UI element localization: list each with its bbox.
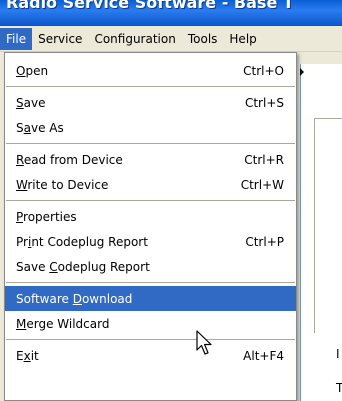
menu-item-label: Open <box>16 63 49 78</box>
menu-separator <box>6 282 295 283</box>
background-text-fragment: I <box>336 347 340 361</box>
title-bar: Radio Service Software - Base T <box>0 0 342 26</box>
menu-item-label: Print Codeplug Report <box>16 234 148 249</box>
menu-separator <box>6 200 295 201</box>
submenu-arrow-icon <box>300 68 304 76</box>
shortcut-label: Ctrl+W <box>240 177 284 192</box>
menu-item-label: Read from Device <box>16 152 123 167</box>
menu-item-label: Write to Device <box>16 177 109 192</box>
shortcut-label: Ctrl+S <box>244 95 284 110</box>
menu-item-label: Software Download <box>16 291 133 306</box>
shortcut-label: Ctrl+P <box>245 234 284 249</box>
background-text-fragment: T <box>336 381 342 395</box>
menu-item-label: Save As <box>16 120 64 135</box>
menu-separator <box>6 339 295 340</box>
shortcut-label: Ctrl+R <box>244 152 284 167</box>
menu-item-read-from-device[interactable]: Read from Device Ctrl+R <box>5 147 296 172</box>
menu-item-software-download[interactable]: Software Download <box>5 286 296 311</box>
menu-item-open[interactable]: Open Ctrl+O <box>5 58 296 83</box>
menu-service[interactable]: Service <box>32 28 88 50</box>
menu-separator <box>6 143 295 144</box>
menu-item-save[interactable]: Save Ctrl+S <box>5 90 296 115</box>
file-menu-dropdown: Open Ctrl+O Save Ctrl+S Save As Read fro… <box>4 52 297 401</box>
menu-item-print-codeplug-report[interactable]: Print Codeplug Report Ctrl+P <box>5 229 296 254</box>
menu-separator <box>6 86 295 87</box>
menu-item-save-codeplug-report[interactable]: Save Codeplug Report <box>5 254 296 279</box>
shortcut-label: Alt+F4 <box>243 348 284 363</box>
menu-item-save-as[interactable]: Save As <box>5 115 296 140</box>
menu-tools[interactable]: Tools <box>182 28 224 50</box>
menu-item-exit[interactable]: Exit Alt+F4 <box>5 343 296 368</box>
background-inner-panel <box>314 118 342 333</box>
menu-item-write-to-device[interactable]: Write to Device Ctrl+W <box>5 172 296 197</box>
menu-file[interactable]: File <box>0 27 33 50</box>
menu-help[interactable]: Help <box>223 28 262 50</box>
menu-item-label: Merge Wildcard <box>16 316 110 331</box>
menu-item-label: Exit <box>16 348 39 363</box>
window-title: Radio Service Software - Base T <box>6 0 294 12</box>
screen: Radio Service Software - Base T File Ser… <box>0 0 342 401</box>
menu-item-properties[interactable]: Properties <box>5 204 296 229</box>
menu-item-merge-wildcard[interactable]: Merge Wildcard <box>5 311 296 336</box>
menu-item-label: Save <box>16 95 46 110</box>
menu-item-label: Save Codeplug Report <box>16 259 150 274</box>
shortcut-label: Ctrl+O <box>243 63 284 78</box>
menu-item-label: Properties <box>16 209 77 224</box>
menu-bar: File Service Configuration Tools Help <box>0 26 342 52</box>
menu-configuration[interactable]: Configuration <box>88 28 181 50</box>
